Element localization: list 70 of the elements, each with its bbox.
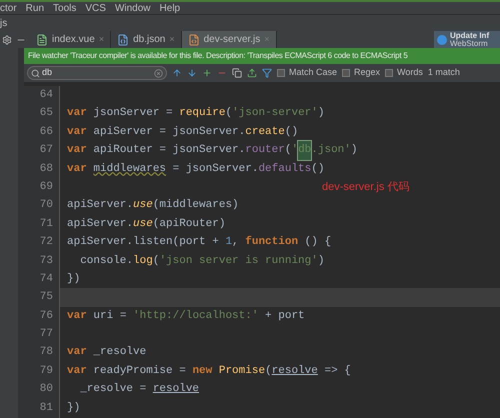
line-number: 77 — [38, 327, 54, 342]
export-icon[interactable] — [247, 68, 257, 78]
line-number: 79 — [38, 364, 54, 379]
settings-icon[interactable] — [2, 34, 12, 44]
line-number: 64 — [38, 88, 54, 103]
checkbox[interactable] — [385, 69, 394, 77]
line-number: 80 — [38, 382, 54, 398]
tab-label: index.vue — [52, 33, 95, 47]
code-line: var jsonServer = require('json-server') — [66, 106, 326, 122]
line-number: 72 — [38, 235, 54, 250]
code-line: console.log('json server is running') — [79, 254, 326, 269]
notification-title: Update Inf — [450, 32, 490, 40]
file-watcher-banner: File watcher 'Traceur compiler' is available for this file. Description: 'Transpiles ECMAScript 6 code to ECMAScript 5 — [24, 48, 500, 64]
menu-item[interactable]: Run — [26, 2, 44, 14]
option-label: Match Case — [289, 66, 338, 80]
menu-item[interactable]: Help — [160, 2, 180, 14]
file-icon — [117, 34, 130, 46]
editor-tab[interactable]: dev-server.js × — [182, 31, 277, 48]
checkbox[interactable] — [342, 69, 350, 77]
menu-item[interactable]: Tools — [53, 2, 76, 14]
code-line: var apiRouter = jsonServer.router('db.json') — [60, 141, 500, 160]
menu-item[interactable]: Window — [114, 2, 151, 14]
line-number: 74 — [38, 272, 54, 287]
line-number: 66 — [38, 124, 54, 140]
filter-icon[interactable] — [262, 68, 272, 78]
line-number: 78 — [38, 345, 54, 360]
line-number: 70 — [38, 198, 54, 214]
code-line: }) — [66, 400, 82, 416]
info-icon — [437, 34, 447, 44]
clear-icon[interactable] — [154, 68, 163, 78]
code-line: apiServer.use(apiRouter) — [66, 216, 226, 232]
line-number: 69 — [38, 180, 54, 195]
line-number: 65 — [38, 106, 54, 122]
code-line: var _resolve — [66, 345, 148, 360]
option-label: Words — [397, 66, 423, 80]
match-count: 1 match — [428, 66, 460, 80]
code-line: apiServer.use(middlewares) — [66, 198, 240, 214]
line-number: 71 — [38, 216, 54, 232]
tab-label: db.json — [133, 33, 166, 47]
notification-popup[interactable]: Update Inf WebStorm — [434, 31, 500, 48]
search-query: db — [42, 66, 54, 80]
search-field[interactable]: db — [27, 66, 167, 80]
menu-item[interactable]: ctor — [0, 2, 17, 14]
tab-label: dev-server.js — [204, 33, 260, 47]
code-line: apiServer.listen(port + 1, function () { — [66, 234, 332, 250]
code-line: var middlewares = jsonServer.defaults() — [66, 162, 326, 177]
breadcrumb[interactable]: js — [0, 16, 8, 30]
line-number: 67 — [38, 143, 54, 158]
notification-subtitle: WebStorm — [450, 40, 489, 48]
line-number: 73 — [38, 254, 54, 269]
code-line: }) — [66, 272, 82, 287]
line-number: 76 — [38, 308, 54, 324]
annotation: dev-server.js 代码 — [322, 180, 410, 195]
next-icon[interactable] — [187, 68, 197, 78]
code-line: var readyPromise = new Promise(resolve => { — [66, 364, 352, 379]
line-number: 75 — [38, 290, 54, 306]
line-number: 81 — [38, 400, 54, 416]
select-all-icon[interactable] — [232, 68, 242, 78]
code-line: var uri = 'http://localhost:' + port — [66, 308, 306, 324]
line-number: 68 — [38, 162, 54, 177]
checkbox[interactable] — [277, 69, 285, 77]
search-icon — [31, 68, 40, 78]
add-occurrence-icon[interactable] — [202, 68, 212, 78]
option-label: Regex — [354, 66, 380, 80]
code-line: _resolve = resolve — [79, 382, 200, 398]
previous-icon[interactable] — [172, 68, 182, 78]
file-icon — [188, 34, 200, 46]
menu-item[interactable]: VCS — [85, 2, 106, 14]
file-icon — [36, 34, 48, 46]
code-line: var apiServer = jsonServer.create() — [66, 124, 300, 140]
